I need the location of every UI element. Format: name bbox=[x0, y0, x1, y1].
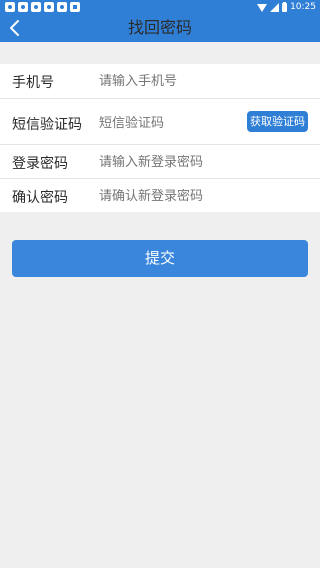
wifi-icon bbox=[257, 3, 268, 12]
get-code-button[interactable]: 获取验证码 bbox=[247, 111, 308, 132]
sms-code-label: 短信验证码 bbox=[12, 117, 82, 133]
submit-button[interactable]: 提交 bbox=[12, 240, 308, 277]
phone-row: 手机号 bbox=[0, 64, 320, 98]
app-notification-icon bbox=[44, 2, 54, 12]
status-bar: 10:25 bbox=[0, 0, 320, 14]
navigation-bar: 找回密码 bbox=[0, 14, 320, 42]
image-notification-icon bbox=[70, 2, 80, 12]
page-title: 找回密码 bbox=[127, 18, 192, 37]
confirm-password-row: 确认密码 bbox=[0, 179, 320, 212]
app-notification-icon bbox=[5, 2, 15, 12]
confirm-password-input[interactable] bbox=[99, 189, 299, 204]
reset-password-form: 手机号 短信验证码 获取验证码 登录密码 确认密码 bbox=[0, 64, 320, 212]
phone-label: 手机号 bbox=[12, 75, 54, 91]
confirm-password-label: 确认密码 bbox=[12, 190, 68, 206]
app-notification-icon bbox=[18, 2, 28, 12]
app-notification-icon bbox=[31, 2, 41, 12]
new-password-row: 登录密码 bbox=[0, 145, 320, 178]
sms-code-input[interactable] bbox=[99, 116, 239, 131]
signal-icon bbox=[270, 2, 280, 12]
app-notification-icon bbox=[57, 2, 67, 12]
battery-icon bbox=[282, 1, 288, 12]
phone-input[interactable] bbox=[99, 74, 299, 89]
status-time: 10:25 bbox=[290, 2, 316, 12]
new-password-label: 登录密码 bbox=[12, 156, 68, 172]
notification-icons bbox=[5, 2, 80, 12]
new-password-input[interactable] bbox=[99, 155, 299, 170]
